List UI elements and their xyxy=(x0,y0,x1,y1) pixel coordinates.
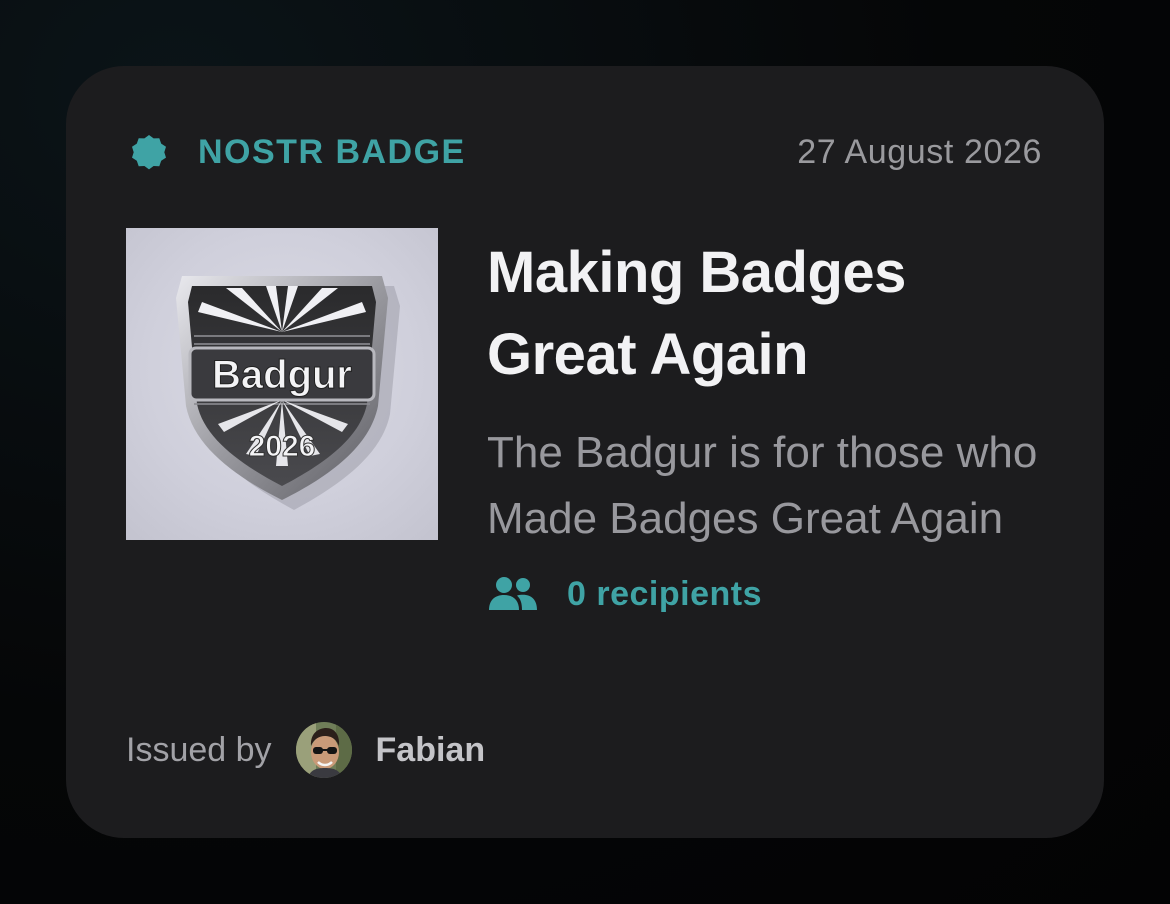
badge-card[interactable]: NOSTR BADGE 27 August 2026 Badgur 2026 M… xyxy=(66,66,1104,838)
badge-type-tag: NOSTR BADGE xyxy=(128,131,466,173)
badge-info: Making Badges Great Again The Badgur is … xyxy=(487,232,1047,614)
avatar[interactable] xyxy=(295,722,352,778)
badge-emblem-year: 2026 xyxy=(249,430,316,463)
badge-description: The Badgur is for those who Made Badges … xyxy=(487,428,1038,543)
recipients-link[interactable]: 0 recipients xyxy=(487,574,1047,614)
badge-type-label: NOSTR BADGE xyxy=(198,132,466,171)
card-header: NOSTR BADGE 27 August 2026 xyxy=(128,132,1042,172)
seal-icon xyxy=(132,135,166,170)
recipients-count[interactable]: 0 recipients xyxy=(567,575,762,614)
badge-date: 27 August 2026 xyxy=(797,132,1042,171)
issuer-name[interactable]: Fabian xyxy=(376,731,486,770)
issued-by-label: Issued by xyxy=(126,730,272,769)
people-icon xyxy=(489,577,537,610)
badge-image: Badgur 2026 xyxy=(126,228,438,540)
issuer-row: Issued by Fabian xyxy=(126,722,485,778)
badge-emblem-name: Badgur xyxy=(212,353,352,397)
badge-emblem: Badgur 2026 xyxy=(176,276,400,510)
badge-title: Making Badges Great Again xyxy=(487,240,906,387)
